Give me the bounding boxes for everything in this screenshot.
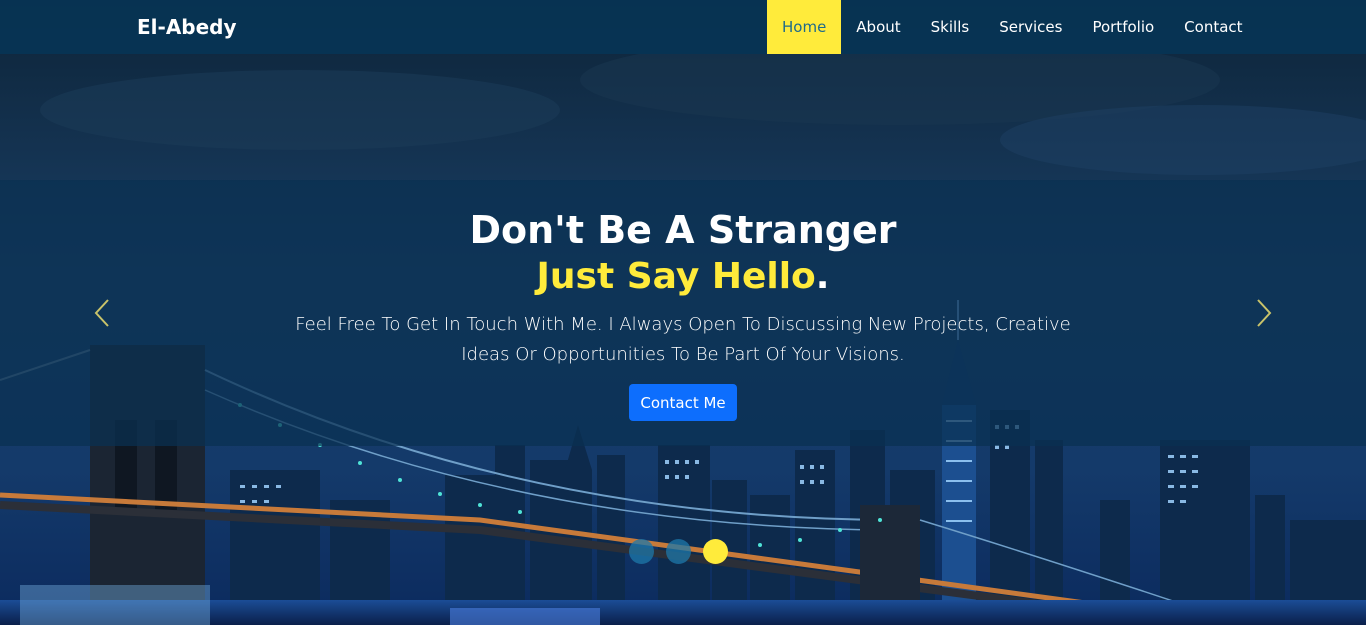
hero-headline: Don't Be A Stranger (469, 208, 897, 252)
nav-link-contact[interactable]: Contact (1169, 0, 1257, 54)
nav-link-services[interactable]: Services (984, 0, 1077, 54)
contact-me-button[interactable]: Contact Me (629, 384, 737, 421)
nav-menu: Home About Skills Services Portfolio Con… (767, 0, 1258, 54)
hero-subheadline: Just Say Hello. (0, 256, 1366, 297)
chevron-left-icon (94, 299, 109, 327)
nav-link-skills[interactable]: Skills (916, 0, 985, 54)
chevron-right-icon (1257, 299, 1272, 327)
carousel-indicator-1[interactable] (629, 539, 654, 564)
nav-link-portfolio[interactable]: Portfolio (1077, 0, 1169, 54)
carousel-prev-button[interactable] (92, 298, 112, 328)
nav-link-home[interactable]: Home (767, 0, 842, 54)
hero-caption: Don't Be A Stranger Just Say Hello. Feel… (0, 180, 1366, 446)
top-navbar: El-Abedy Home About Skills Services Port… (0, 0, 1366, 54)
carousel-indicator-2[interactable] (666, 539, 691, 564)
hero-description: Feel Free To Get In Touch With Me. I Alw… (295, 314, 1071, 365)
hero-subheadline-highlight: Just Say Hello (536, 256, 816, 297)
hero-subheadline-punct: . (815, 256, 830, 297)
carousel-indicator-3[interactable] (703, 539, 728, 564)
nav-link-about[interactable]: About (841, 0, 915, 54)
carousel-indicators (629, 539, 728, 565)
carousel-next-button[interactable] (1254, 298, 1274, 328)
brand-logo[interactable]: El-Abedy (137, 15, 237, 39)
